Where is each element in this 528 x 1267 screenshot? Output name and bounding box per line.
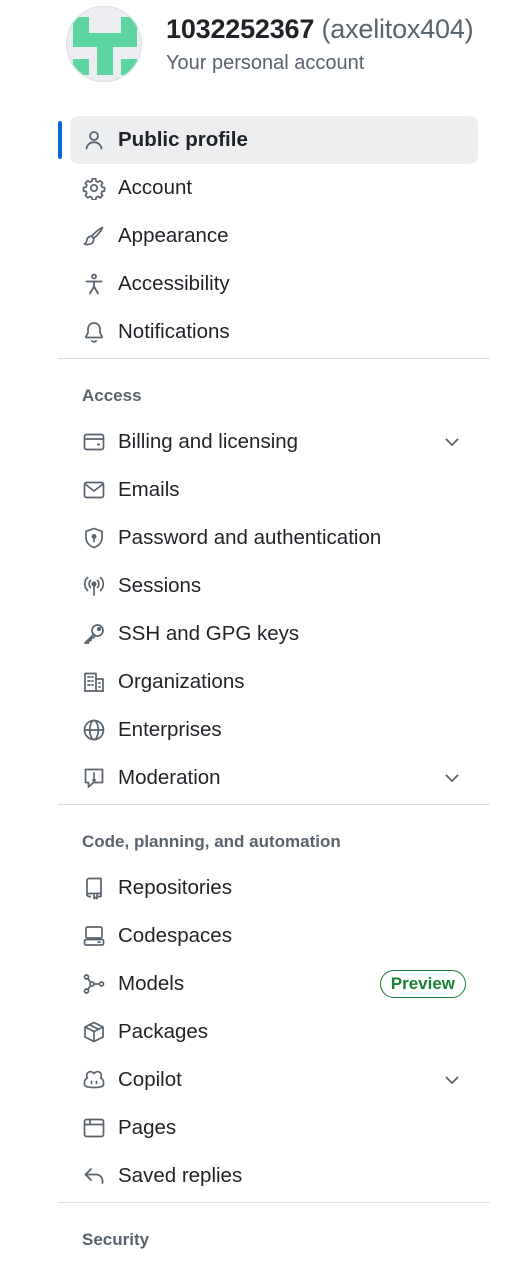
reply-icon: [82, 1164, 106, 1188]
sidebar-item-codespaces[interactable]: Codespaces: [70, 912, 478, 960]
browser-icon: [82, 1116, 106, 1140]
broadcast-icon: [82, 574, 106, 598]
settings-sidebar: Public profile Account Appearance Access…: [58, 116, 490, 1262]
section-heading-label: Security: [82, 1230, 150, 1249]
sidebar-item-label: Pages: [118, 1116, 177, 1139]
sidebar-item-copilot[interactable]: Copilot: [70, 1056, 478, 1104]
globe-icon: [82, 718, 106, 742]
package-icon: [82, 1020, 106, 1044]
avatar[interactable]: [66, 6, 142, 82]
organization-icon: [82, 670, 106, 694]
sidebar-item-sessions[interactable]: Sessions: [70, 562, 478, 610]
chevron-down-icon[interactable]: [442, 768, 462, 788]
section-heading-code: Code, planning, and automation: [58, 806, 490, 864]
sidebar-item-accessibility[interactable]: Accessibility: [70, 260, 478, 308]
accessibility-icon: [82, 272, 106, 296]
display-name: 1032252367: [166, 14, 315, 44]
sidebar-item-label: Sessions: [118, 574, 202, 597]
sidebar-item-label: Appearance: [118, 224, 229, 247]
models-icon: [82, 972, 106, 996]
identicon-avatar-icon: [67, 7, 141, 81]
sidebar-item-pages[interactable]: Pages: [70, 1104, 478, 1152]
sidebar-item-label: SSH and GPG keys: [118, 622, 300, 645]
sidebar-item-label: Accessibility: [118, 272, 230, 295]
sidebar-item-label: Public profile: [118, 128, 248, 151]
sidebar-item-label: Codespaces: [118, 924, 232, 947]
account-header: 1032252367 (axelitox404) Your personal a…: [66, 6, 526, 86]
codespaces-icon: [82, 924, 106, 948]
sidebar-item-label: Notifications: [118, 320, 230, 343]
copilot-icon: [82, 1068, 106, 1092]
section-divider: [58, 358, 490, 359]
sidebar-item-ssh-gpg[interactable]: SSH and GPG keys: [70, 610, 478, 658]
sidebar-item-password-auth[interactable]: Password and authentication: [70, 514, 478, 562]
repo-icon: [82, 876, 106, 900]
section-heading-label: Code, planning, and automation: [82, 832, 341, 851]
sidebar-item-label: Models: [118, 972, 185, 995]
person-icon: [82, 128, 106, 152]
gear-icon: [82, 176, 106, 200]
sidebar-item-label: Saved replies: [118, 1164, 243, 1187]
credit-card-icon: [82, 430, 106, 454]
sidebar-item-moderation[interactable]: Moderation: [70, 754, 478, 802]
sidebar-item-organizations[interactable]: Organizations: [70, 658, 478, 706]
bell-icon: [82, 320, 106, 344]
section-heading-security: Security: [58, 1204, 490, 1262]
sidebar-item-label: Moderation: [118, 766, 221, 789]
preview-badge: Preview: [379, 970, 466, 998]
sidebar-item-label: Emails: [118, 478, 180, 501]
mail-icon: [82, 478, 106, 502]
sidebar-item-label: Organizations: [118, 670, 245, 693]
key-icon: [82, 622, 106, 646]
sidebar-item-saved-replies[interactable]: Saved replies: [70, 1152, 478, 1200]
sidebar-item-repositories[interactable]: Repositories: [70, 864, 478, 912]
sidebar-item-label: Copilot: [118, 1068, 182, 1091]
sidebar-item-label: Packages: [118, 1020, 209, 1043]
sidebar-item-label: Repositories: [118, 876, 232, 899]
section-divider: [58, 804, 490, 805]
account-title: 1032252367 (axelitox404): [166, 14, 474, 45]
chevron-down-icon[interactable]: [442, 1070, 462, 1090]
sidebar-item-emails[interactable]: Emails: [70, 466, 478, 514]
paintbrush-icon: [82, 224, 106, 248]
sidebar-item-enterprises[interactable]: Enterprises: [70, 706, 478, 754]
account-login[interactable]: (axelitox404): [321, 14, 473, 44]
sidebar-item-billing[interactable]: Billing and licensing: [70, 418, 478, 466]
section-heading-access: Access: [58, 360, 490, 418]
section-divider: [58, 1202, 490, 1203]
sidebar-item-label: Password and authentication: [118, 526, 382, 549]
sidebar-item-account[interactable]: Account: [70, 164, 478, 212]
sidebar-item-label: Enterprises: [118, 718, 222, 741]
account-subtitle: Your personal account: [166, 52, 365, 74]
section-heading-label: Access: [82, 386, 142, 405]
shield-lock-icon: [82, 526, 106, 550]
sidebar-item-notifications[interactable]: Notifications: [70, 308, 478, 356]
sidebar-item-appearance[interactable]: Appearance: [70, 212, 478, 260]
report-icon: [82, 766, 106, 790]
sidebar-item-packages[interactable]: Packages: [70, 1008, 478, 1056]
chevron-down-icon[interactable]: [442, 432, 462, 452]
sidebar-item-label: Billing and licensing: [118, 430, 299, 453]
sidebar-item-models[interactable]: Models Preview: [70, 960, 478, 1008]
sidebar-item-public-profile[interactable]: Public profile: [58, 116, 478, 164]
sidebar-item-label: Account: [118, 176, 193, 199]
